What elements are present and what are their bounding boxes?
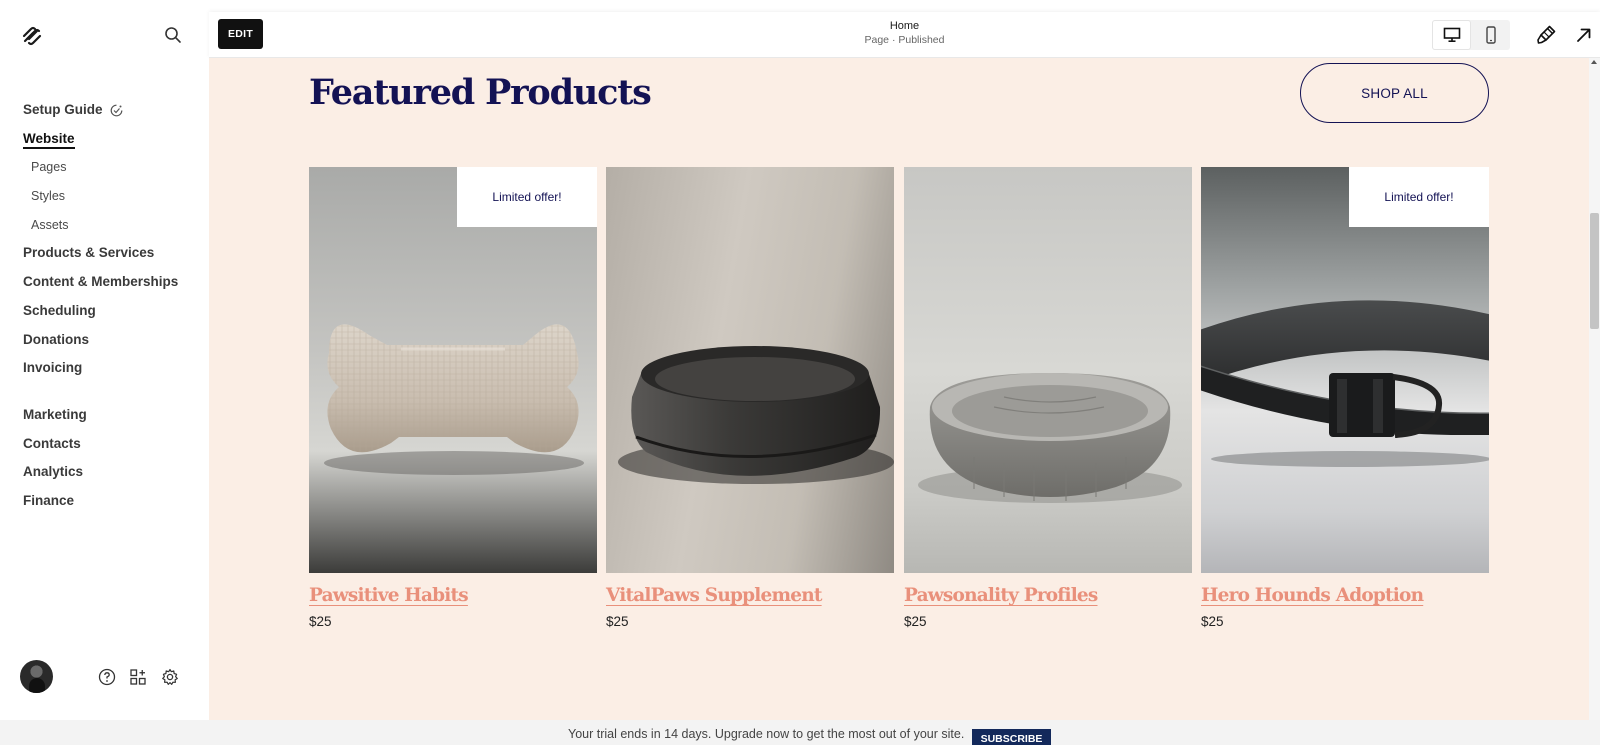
- open-external-icon[interactable]: [1573, 24, 1595, 46]
- subscribe-button[interactable]: SUBSCRIBE: [972, 729, 1051, 745]
- search-icon[interactable]: [163, 25, 183, 45]
- nav-item-label: Setup Guide: [23, 102, 103, 117]
- shop-all-button[interactable]: SHOP ALL: [1300, 63, 1489, 123]
- paintbrush-icon[interactable]: [1535, 24, 1557, 46]
- canvas-scrollbar[interactable]: [1589, 58, 1600, 720]
- nav-item-contacts[interactable]: Contacts: [23, 434, 178, 463]
- trial-banner: Your trial ends in 14 days. Upgrade now …: [0, 720, 1600, 745]
- product-card: Limited offer! Pawsitive Habits $25: [309, 167, 597, 629]
- desktop-view-button[interactable]: [1432, 20, 1471, 50]
- product-name[interactable]: Hero Hounds Adoption: [1201, 585, 1489, 606]
- product-image-bone-toy[interactable]: Limited offer!: [309, 167, 597, 573]
- limited-offer-badge: Limited offer!: [457, 167, 597, 227]
- squarespace-logo-icon[interactable]: [20, 24, 44, 48]
- nav-item-website[interactable]: Website: [23, 129, 178, 158]
- nav-item-products-services[interactable]: Products & Services: [23, 243, 178, 272]
- settings-icon[interactable]: [161, 668, 179, 686]
- site-preview-canvas: Featured Products SHOP ALL Limited offer…: [209, 58, 1589, 720]
- view-mode-toggle: [1432, 20, 1510, 50]
- nav-sub-styles[interactable]: Styles: [23, 186, 178, 215]
- product-card: Pawsonality Profiles $25: [904, 167, 1192, 629]
- nav-sub-pages[interactable]: Pages: [23, 157, 178, 186]
- nav-item-invoicing[interactable]: Invoicing: [23, 358, 178, 387]
- dog-bed-illustration: [918, 373, 1182, 503]
- product-price: $25: [904, 614, 927, 629]
- nav-item-finance[interactable]: Finance: [23, 491, 178, 520]
- product-name[interactable]: VitalPaws Supplement: [606, 585, 894, 606]
- product-name[interactable]: Pawsitive Habits: [309, 585, 597, 606]
- product-price: $25: [606, 614, 629, 629]
- nav-sub-assets[interactable]: Assets: [23, 215, 178, 244]
- product-price: $25: [309, 614, 332, 629]
- limited-offer-badge: Limited offer!: [1349, 167, 1489, 227]
- product-image-round-dog-bed[interactable]: [904, 167, 1192, 573]
- nav-item-scheduling[interactable]: Scheduling: [23, 301, 178, 330]
- product-name[interactable]: Pawsonality Profiles: [904, 585, 1192, 606]
- sidebar-footer: [20, 660, 190, 694]
- nav-item-analytics[interactable]: Analytics: [23, 462, 178, 491]
- nav-divider: [23, 387, 178, 405]
- bone-toy-illustration: [324, 324, 584, 475]
- product-price: $25: [1201, 614, 1224, 629]
- collar-illustration: [1201, 300, 1489, 467]
- main-nav: Setup Guide Website Pages Styles Assets …: [23, 100, 178, 520]
- nav-item-setup-guide[interactable]: Setup Guide: [23, 100, 178, 129]
- progress-check-icon: [110, 104, 123, 117]
- edit-button[interactable]: EDIT: [218, 19, 263, 49]
- mobile-icon: [1485, 26, 1496, 44]
- product-image-dark-collar[interactable]: Limited offer!: [1201, 167, 1489, 573]
- page-info: Home Page · Published: [209, 20, 1600, 47]
- trial-message: Your trial ends in 14 days. Upgrade now …: [568, 727, 965, 741]
- nav-item-donations[interactable]: Donations: [23, 330, 178, 359]
- sidebar: Setup Guide Website Pages Styles Assets …: [0, 0, 209, 720]
- mobile-view-button[interactable]: [1471, 20, 1510, 50]
- product-image-dark-bowl[interactable]: [606, 167, 894, 573]
- desktop-icon: [1443, 27, 1460, 42]
- bowl-illustration: [618, 346, 894, 484]
- product-card: VitalPaws Supplement $25: [606, 167, 894, 629]
- nav-item-label: Website: [23, 130, 75, 149]
- scrollbar-thumb[interactable]: [1590, 213, 1599, 329]
- page-title: Home: [889, 20, 920, 32]
- help-icon[interactable]: [98, 668, 116, 686]
- nav-item-content-memberships[interactable]: Content & Memberships: [23, 272, 178, 301]
- nav-item-marketing[interactable]: Marketing: [23, 405, 178, 434]
- apps-icon[interactable]: [129, 668, 147, 686]
- product-card: Limited offer! Hero Hounds Adoption $25: [1201, 167, 1489, 629]
- section-title: Featured Products: [309, 72, 652, 113]
- page-status: Page · Published: [864, 34, 945, 46]
- editor-toolbar: EDIT Home Page · Published: [209, 12, 1600, 58]
- avatar[interactable]: [20, 660, 53, 693]
- scroll-up-arrow-icon[interactable]: [1591, 60, 1597, 64]
